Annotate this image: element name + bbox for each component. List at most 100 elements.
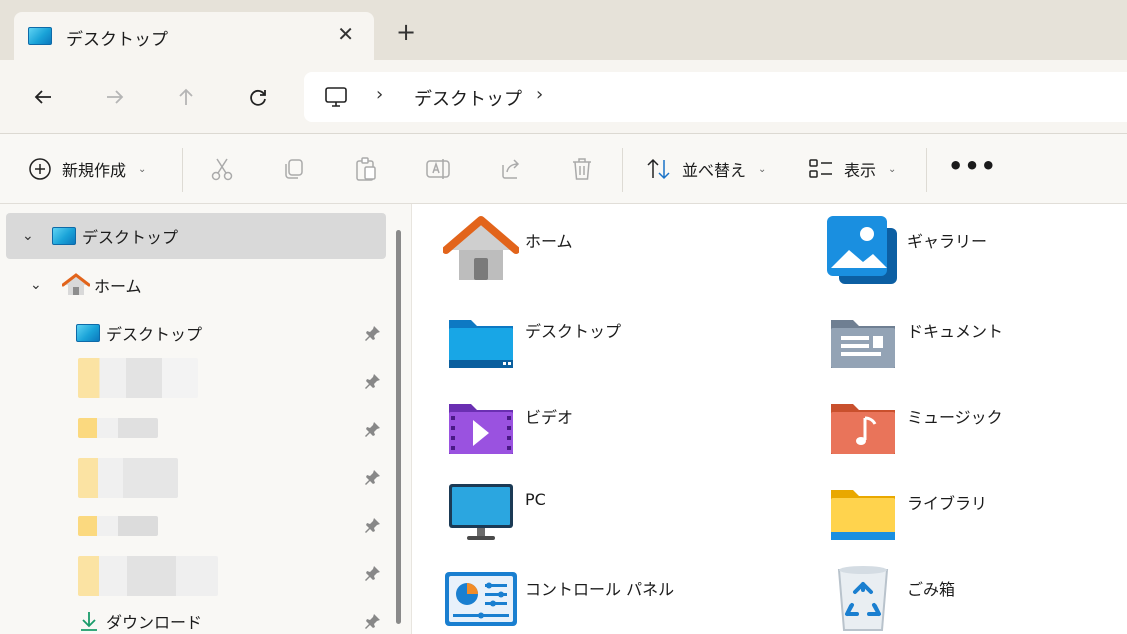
chevron-down-icon: ⌄ <box>138 163 147 175</box>
forward-button[interactable] <box>98 80 132 114</box>
content-item-label: ビデオ <box>525 408 574 427</box>
desktop-icon <box>76 324 100 342</box>
gallery-icon <box>827 216 897 284</box>
breadcrumb-separator[interactable]: › <box>536 84 543 105</box>
control-panel-icon <box>445 572 517 626</box>
breadcrumb-desktop[interactable]: デスクトップ <box>414 85 522 111</box>
new-tab-button[interactable]: + <box>396 20 416 44</box>
chevron-down-icon: ⌄ <box>758 163 767 175</box>
cut-icon[interactable] <box>209 156 235 182</box>
home-icon <box>443 216 519 280</box>
desktop-icon <box>28 27 52 45</box>
new-button[interactable]: 新規作成 ⌄ <box>28 152 146 186</box>
content-item-label: デスクトップ <box>525 322 622 341</box>
content-item-label: ギャラリー <box>907 232 988 251</box>
command-bar: 新規作成 ⌄ 並べ替え ⌄ 表示 ⌄ ••• <box>0 134 1127 204</box>
pin-icon[interactable] <box>364 516 382 534</box>
sort-button[interactable]: 並べ替え ⌄ <box>646 152 766 186</box>
home-icon <box>62 273 90 295</box>
copy-icon[interactable] <box>281 156 307 182</box>
breadcrumb-separator[interactable]: › <box>376 84 383 105</box>
pin-icon[interactable] <box>364 372 382 390</box>
pin-icon[interactable] <box>364 468 382 486</box>
content-item-music[interactable]: ミュージック <box>795 380 1125 460</box>
content-item-label: ホーム <box>525 232 573 251</box>
libraries-folder-icon <box>831 490 895 540</box>
view-list-icon <box>809 159 832 178</box>
back-button[interactable] <box>26 80 60 114</box>
chevron-down-icon: ⌄ <box>888 163 897 175</box>
content-item-gallery[interactable]: ギャラリー <box>795 204 1125 284</box>
content-item-recycle-bin[interactable]: ごみ箱 <box>795 552 1125 632</box>
pin-icon[interactable] <box>364 564 382 582</box>
plus-circle-icon <box>29 158 51 180</box>
download-icon <box>81 612 97 631</box>
content-item-desktop[interactable]: デスクトップ <box>413 294 743 374</box>
sidebar-item-label: デスクトップ <box>82 228 179 247</box>
sidebar-item-home[interactable]: ⌄ ホーム <box>30 262 380 308</box>
content-item-documents[interactable]: ドキュメント <box>795 294 1125 374</box>
address-bar[interactable]: › デスクトップ › <box>304 72 1127 122</box>
navigation-pane: ⌄ デスクトップ ⌄ ホーム デスクトップ ダウンロード <box>0 204 412 634</box>
pc-monitor-icon <box>449 484 513 540</box>
chevron-down-icon[interactable]: ⌄ <box>30 277 50 293</box>
refresh-button[interactable] <box>241 80 275 114</box>
share-icon[interactable] <box>497 156 523 182</box>
recycle-bin-icon <box>837 566 889 631</box>
sidebar-item-downloads[interactable]: ダウンロード <box>78 598 378 634</box>
pin-icon[interactable] <box>364 612 382 630</box>
title-bar: デスクトップ ✕ + <box>0 0 1127 60</box>
paste-icon[interactable] <box>353 156 379 182</box>
up-button[interactable] <box>169 80 203 114</box>
content-item-home[interactable]: ホーム <box>413 204 743 284</box>
documents-folder-icon <box>831 320 895 368</box>
obscured-folder-item[interactable] <box>78 358 198 398</box>
content-item-pc[interactable]: PC <box>413 466 743 546</box>
file-list: ホーム ギャラリー デスクトップ ドキュメント ビデオ ミュージック PC ライ… <box>413 204 1127 634</box>
content-item-label: ミュージック <box>907 408 1003 427</box>
pin-icon[interactable] <box>364 420 382 438</box>
content-item-label: ドキュメント <box>907 322 1004 341</box>
content-item-label: ライブラリ <box>907 494 988 513</box>
obscured-folder-item[interactable] <box>78 556 218 596</box>
forward-arrow-icon <box>107 90 124 104</box>
chevron-down-icon[interactable]: ⌄ <box>22 228 42 244</box>
sidebar-item-desktop[interactable]: デスクトップ <box>76 310 396 356</box>
rename-icon[interactable] <box>425 156 451 182</box>
view-button[interactable]: 表示 ⌄ <box>808 152 896 186</box>
navigation-bar: › デスクトップ › <box>0 60 1127 134</box>
sidebar-item-label: デスクトップ <box>106 325 203 344</box>
tab-title: デスクトップ <box>66 30 168 50</box>
view-button-label: 表示 <box>844 161 877 180</box>
more-options-button[interactable]: ••• <box>948 152 997 180</box>
desktop-icon <box>52 227 76 245</box>
obscured-folder-item[interactable] <box>78 458 178 498</box>
desktop-folder-icon <box>449 320 513 368</box>
content-item-label: ごみ箱 <box>907 580 956 599</box>
sidebar-item-label: ホーム <box>94 277 142 296</box>
back-arrow-icon <box>34 90 51 104</box>
music-folder-icon <box>831 404 895 454</box>
sort-icon <box>647 158 670 180</box>
sidebar-item-label: ダウンロード <box>106 613 203 632</box>
new-button-label: 新規作成 <box>62 161 127 180</box>
content-item-control-panel[interactable]: コントロール パネル <box>413 552 743 632</box>
pc-monitor-icon <box>325 87 347 107</box>
divider <box>622 148 623 192</box>
obscured-folder-item[interactable] <box>78 418 158 438</box>
sidebar-scrollbar[interactable] <box>396 230 401 624</box>
divider <box>182 148 183 192</box>
content-item-label: コントロール パネル <box>525 580 675 599</box>
tab-desktop[interactable]: デスクトップ ✕ <box>14 12 374 60</box>
delete-icon[interactable] <box>569 156 595 182</box>
content-item-label: PC <box>525 490 546 509</box>
content-item-videos[interactable]: ビデオ <box>413 380 743 460</box>
sort-button-label: 並べ替え <box>682 161 747 180</box>
sidebar-item-desktop-root[interactable]: ⌄ デスクトップ <box>6 213 386 259</box>
tab-close-button[interactable]: ✕ <box>337 22 354 46</box>
pin-icon[interactable] <box>364 324 382 342</box>
content-item-libraries[interactable]: ライブラリ <box>795 466 1125 546</box>
divider <box>926 148 927 192</box>
up-arrow-icon <box>179 88 193 105</box>
obscured-folder-item[interactable] <box>78 516 158 536</box>
